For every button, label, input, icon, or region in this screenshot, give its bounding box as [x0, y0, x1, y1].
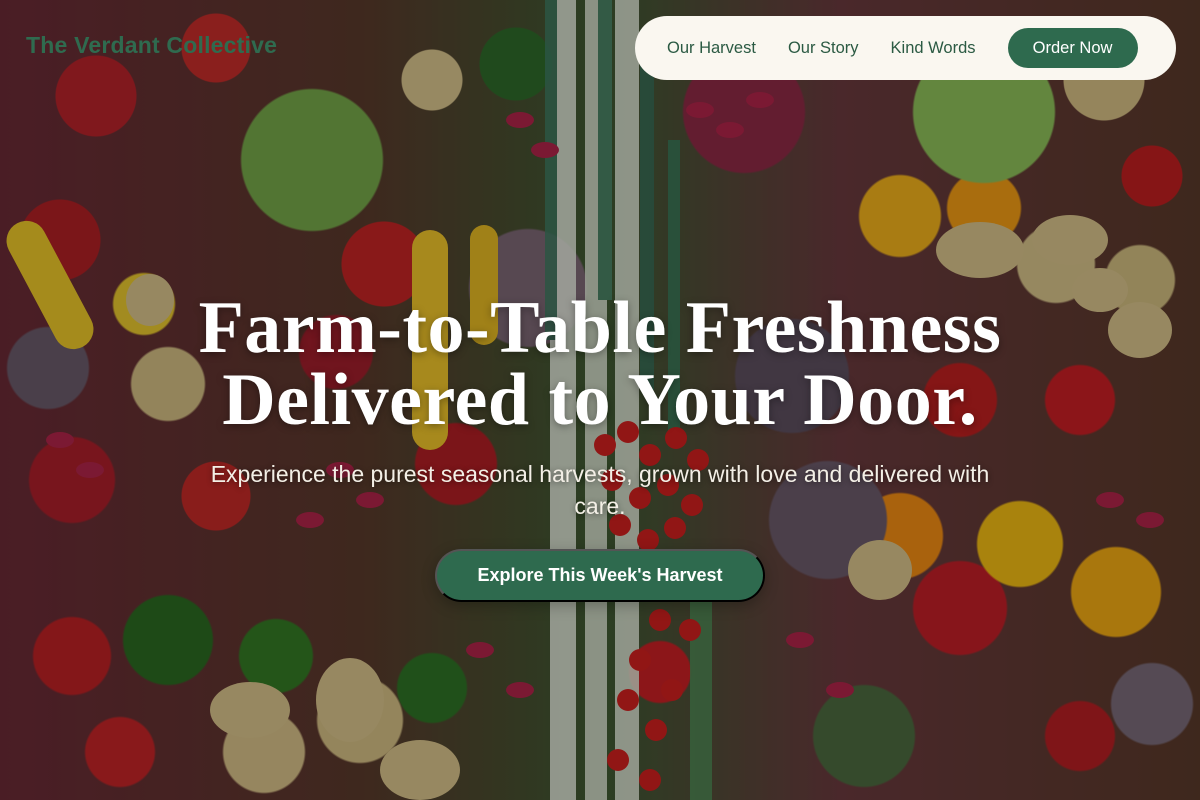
headline-line-1: Farm-to-Table Freshness: [198, 287, 1002, 369]
order-now-button[interactable]: Order Now: [1007, 28, 1138, 68]
hero-section: The Verdant Collective Our Harvest Our S…: [0, 0, 1200, 800]
nav-link-our-story[interactable]: Our Story: [788, 39, 859, 58]
hero-headline: Farm-to-Table Freshness Delivered to You…: [0, 287, 1200, 441]
nav-link-kind-words[interactable]: Kind Words: [891, 39, 976, 58]
explore-harvest-button[interactable]: Explore This Week's Harvest: [435, 549, 765, 602]
nav-link-our-harvest[interactable]: Our Harvest: [667, 39, 756, 58]
headline-line-2: Delivered to Your Door.: [222, 359, 978, 441]
brand-logo[interactable]: The Verdant Collective: [26, 32, 277, 59]
hero-subheadline: Experience the purest seasonal harvests,…: [210, 461, 990, 519]
top-navigation: Our Harvest Our Story Kind Words Order N…: [635, 16, 1176, 80]
